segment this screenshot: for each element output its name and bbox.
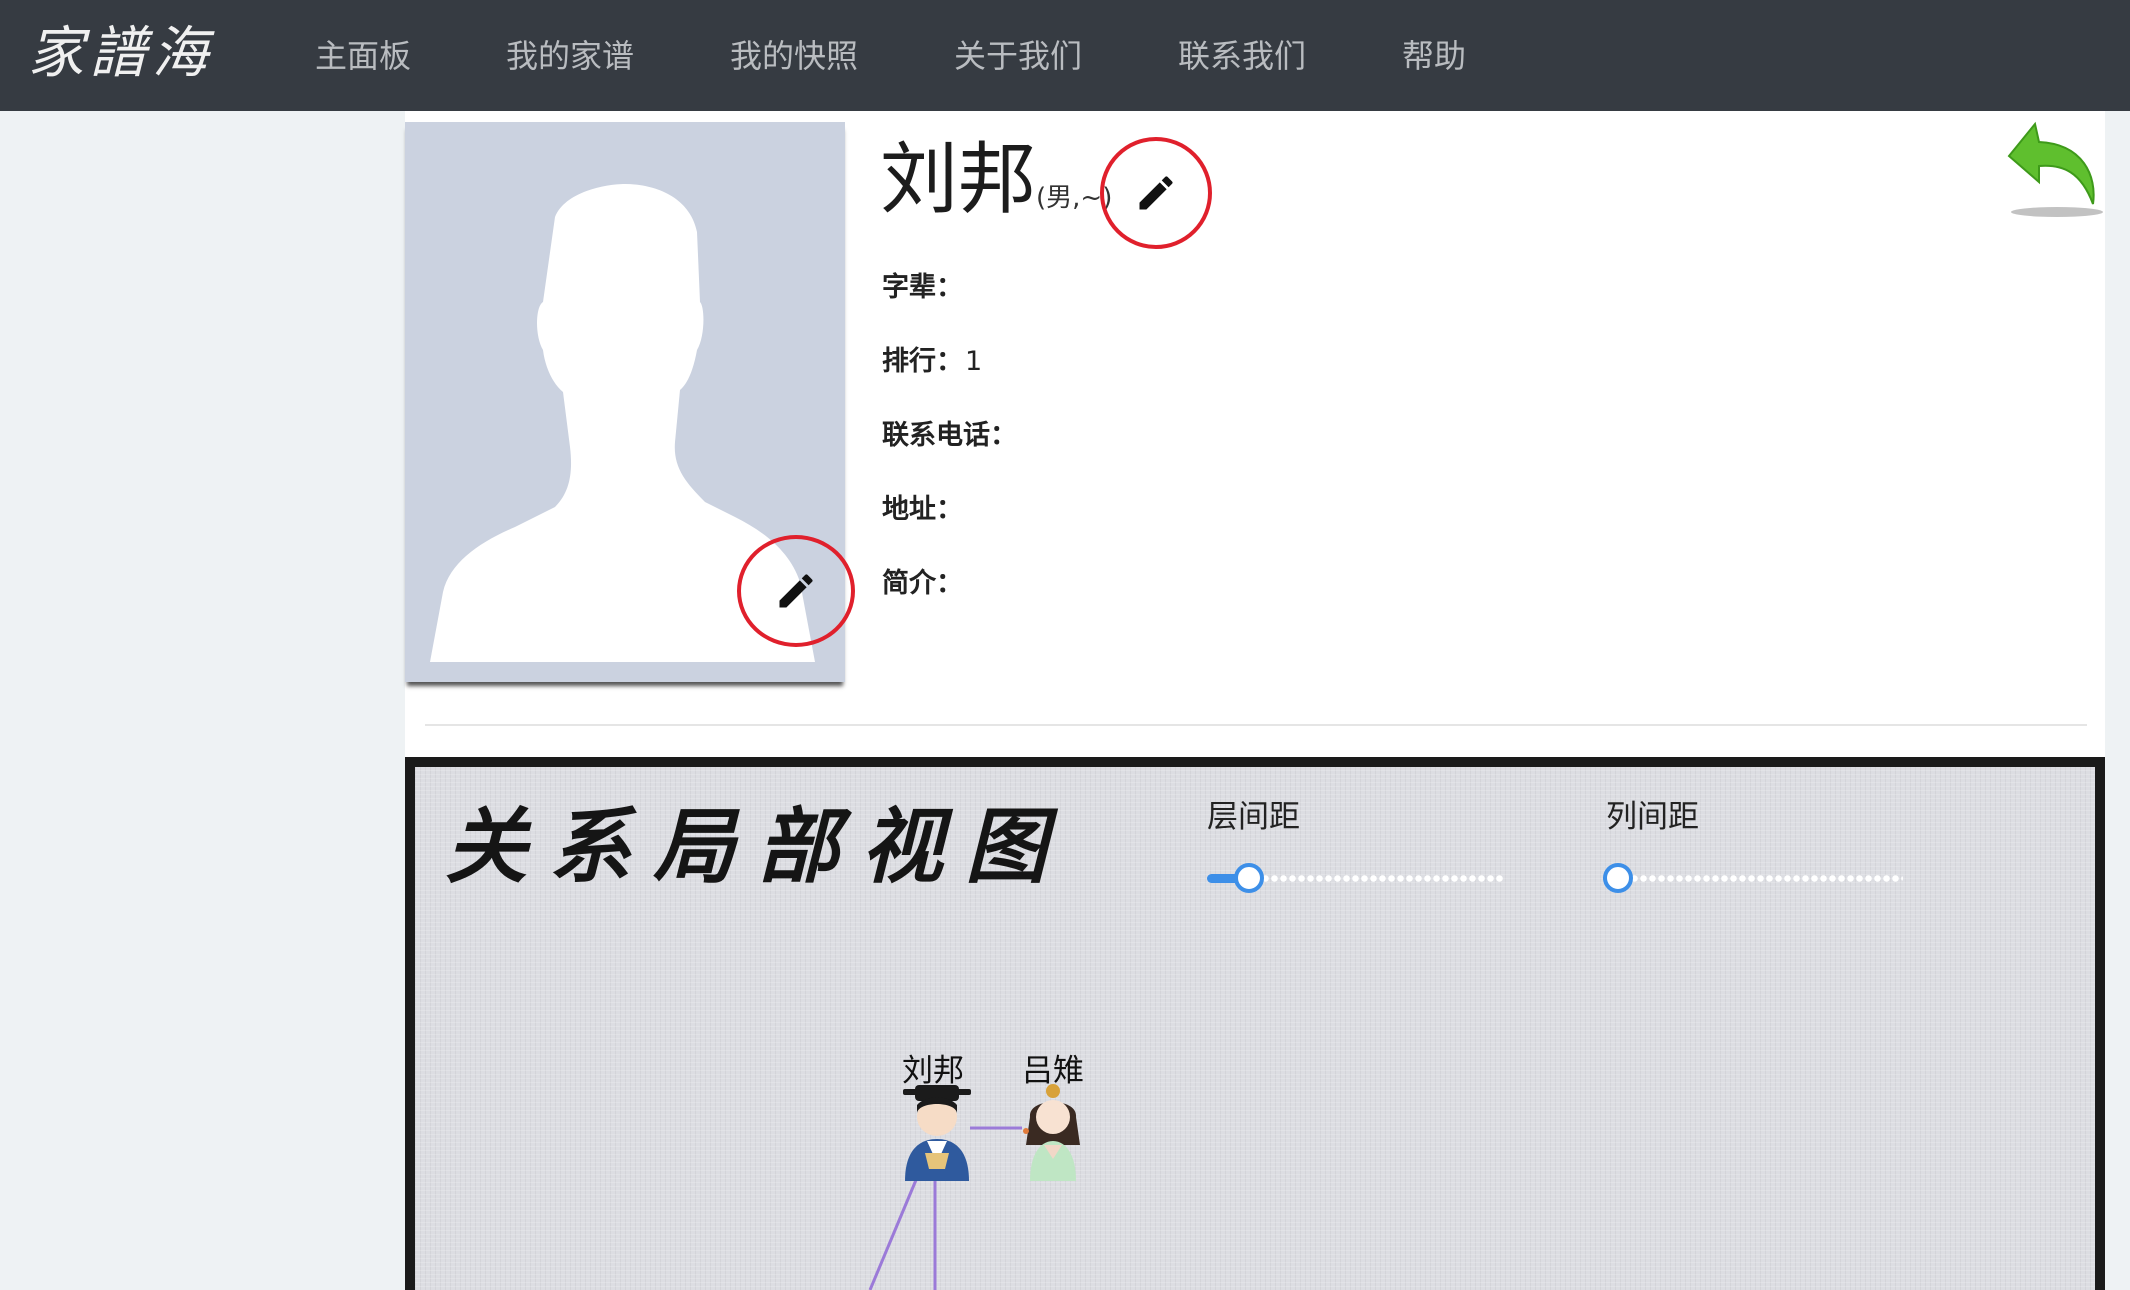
female-avatar-icon <box>1023 1084 1080 1181</box>
person-node-lvzhi[interactable] <box>1018 1083 1088 1183</box>
child-link <box>868 1179 918 1290</box>
male-avatar-icon <box>903 1085 971 1181</box>
person-node-liubang[interactable] <box>897 1083 977 1183</box>
